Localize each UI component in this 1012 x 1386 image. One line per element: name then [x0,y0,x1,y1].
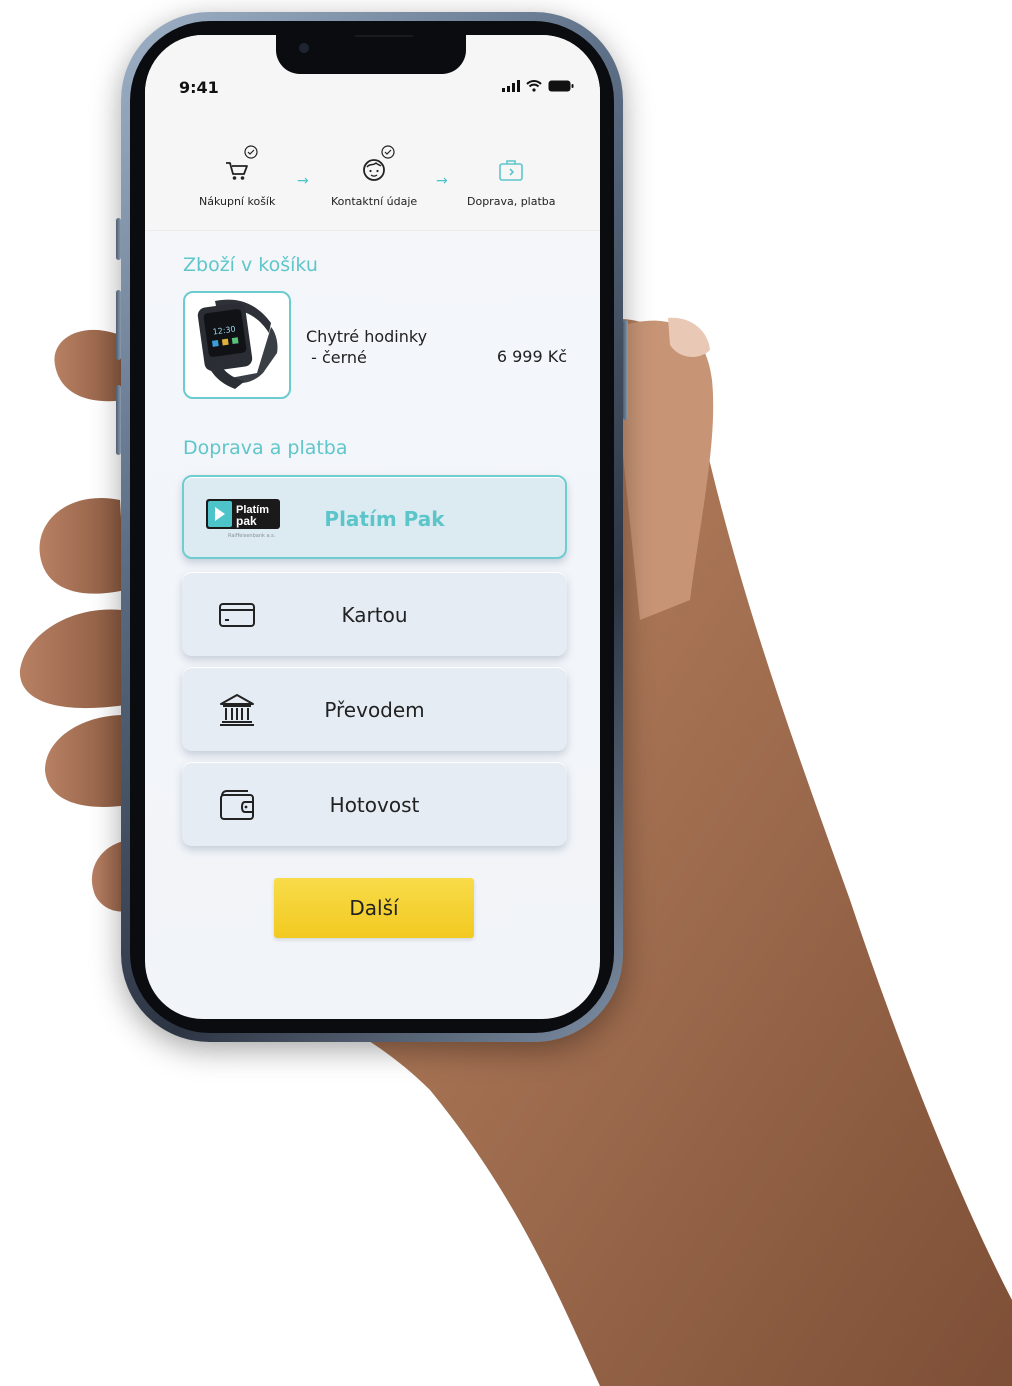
smartwatch-image: 12:30 [197,299,278,389]
payment-option-cash[interactable]: Hotovost [182,762,567,846]
status-time: 9:41 [179,78,219,97]
notch [276,35,466,74]
product-name: Chytré hodinky - černé [306,326,427,368]
side-button [623,320,628,420]
next-button[interactable]: Další [274,878,474,938]
payment-label: Hotovost [329,793,420,817]
payment-option-card[interactable]: Kartou [182,572,567,656]
payment-label: Kartou [341,603,408,627]
step-contact[interactable]: Kontaktní údaje [331,145,418,208]
product-name-line2: - černé [306,348,367,367]
step-label: Nákupní košík [199,195,276,208]
phone-screen: Nákupní košík → Kontaktní údaje → Doprav… [145,35,600,1019]
step-shipping-payment[interactable]: Doprava, platba [467,155,556,208]
arrow-icon: → [297,173,309,189]
check-icon [244,145,258,159]
payment-label: Platím Pak [324,507,445,531]
logo-subtitle: Raiffeisenbank a.s. [228,533,276,539]
battery-icon [548,80,574,92]
side-button [116,385,121,455]
cart-icon [222,145,258,185]
payment-option-platim-pak[interactable]: Platím pak Raiffeisenbank a.s. Platím Pa… [182,475,567,559]
briefcase-icon [496,155,526,185]
payment-option-transfer[interactable]: Převodem [182,667,567,751]
signal-icon [502,80,520,92]
check-icon [381,145,395,159]
product-name-line1: Chytré hodinky [306,327,428,346]
face-icon [359,145,395,185]
side-button [116,290,121,360]
camera-icon [299,43,309,53]
payment-section-title: Doprava a platba [183,437,348,459]
arrow-icon: → [436,173,448,189]
step-label: Doprava, platba [467,195,556,208]
step-label: Kontaktní údaje [331,195,418,208]
cart-section-title: Zboží v košíku [183,254,318,276]
side-button [116,218,121,260]
wifi-icon [526,80,542,92]
payment-label: Převodem [324,698,425,722]
step-cart[interactable]: Nákupní košík [199,145,276,208]
product-price: 6 999 Kč [496,347,567,366]
status-icons [502,80,574,92]
product-image[interactable]: 12:30 [183,291,291,399]
